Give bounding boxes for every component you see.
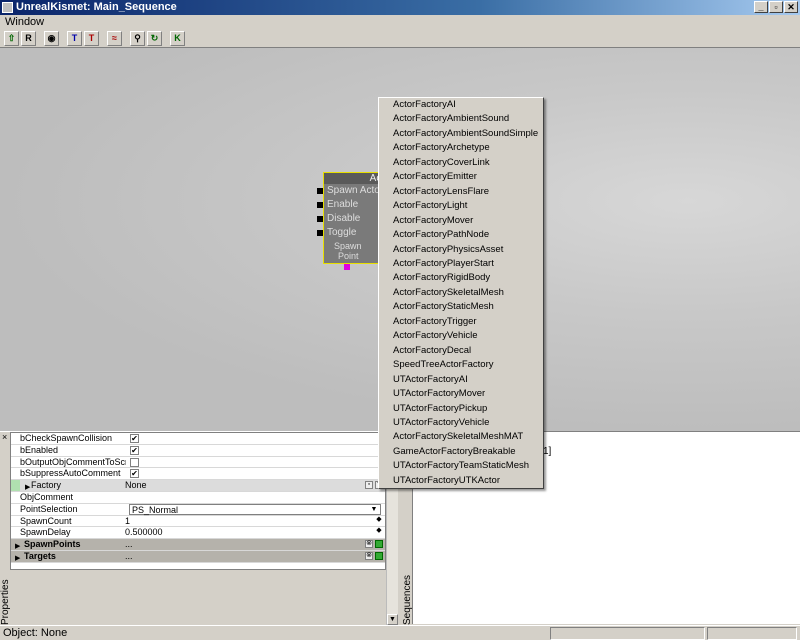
spinner-icon[interactable]: ◆ [375,527,383,536]
dropdown-item[interactable]: ActorFactoryPlayerStart [379,257,543,271]
checkbox[interactable] [130,457,139,467]
properties-tab-label[interactable]: Properties [0,579,11,625]
dropdown-item[interactable]: SpeedTreeActorFactory [379,358,543,372]
menu-window[interactable]: Window [5,16,44,28]
eye-icon[interactable]: ◉ [44,31,59,46]
menu-bar: Window [0,15,800,30]
dropdown-item[interactable]: ActorFactoryRigidBody [379,271,543,285]
parent-sequence-icon[interactable]: ⇧ [4,31,19,46]
browse-icon[interactable]: ▫ [365,481,373,490]
prop-row-spawnpoints[interactable]: ▶ SpawnPoints ... ⊗ [11,539,385,551]
spinner-icon[interactable]: ◆ [375,516,383,525]
update-icon[interactable]: ↻ [147,31,162,46]
prop-row-factory[interactable]: ▶ Factory None ▫ ▼ [11,480,385,492]
dropdown-item[interactable]: ActorFactoryMover [379,214,543,228]
restore-button[interactable]: ▫ [769,1,783,13]
dropdown-item[interactable]: UTActorFactoryVehicle [379,416,543,430]
dropdown-item[interactable]: ActorFactoryLensFlare [379,185,543,199]
prop-row-spawndelay[interactable]: SpawnDelay 0.500000 ◆ [11,527,385,540]
window-title: UnrealKismet: Main_Sequence [16,1,177,13]
clear-icon[interactable]: ⊗ [365,551,373,560]
prop-row-boutputobjcomment[interactable]: bOutputObjCommentToScreen [11,457,385,469]
prop-row-targets[interactable]: ▶ Targets ... ⊗ [11,550,385,564]
dropdown-item[interactable]: ActorFactoryAI [379,98,543,112]
dropdown-item[interactable]: ActorFactoryCoverLink [379,156,543,170]
dropdown-item[interactable]: ActorFactoryDecal [379,344,543,358]
property-grid: bCheckSpawnCollision ✔ bEnabled ✔ bOutpu… [10,432,386,570]
chevron-down-icon[interactable]: ▼ [369,505,379,514]
dropdown-item[interactable]: ActorFactorySkeletalMeshMAT [379,430,543,444]
dropdown-item[interactable]: ActorFactoryArchetype [379,141,543,155]
k-icon[interactable]: K [170,31,185,46]
add-icon[interactable] [375,551,383,560]
pointselection-select[interactable]: PS_Normal ▼ [129,503,381,515]
search-icon[interactable]: ⚲ [130,31,145,46]
prop-row-bsuppressautocomment[interactable]: bSuppressAutoComment ✔ [11,468,385,481]
dropdown-item[interactable]: GameActorFactoryBreakable [379,445,543,459]
prop-row-pointselection[interactable]: PointSelection PS_Normal ▼ [11,503,385,516]
dropdown-item[interactable]: ActorFactoryPhysicsAsset [379,243,543,257]
dropdown-item[interactable]: ActorFactorySkeletalMesh [379,286,543,300]
dropdown-item[interactable]: ActorFactoryAmbientSoundSimple [379,127,543,141]
dropdown-item[interactable]: ActorFactoryTrigger [379,315,543,329]
minimize-button[interactable]: _ [754,1,768,13]
dropdown-item[interactable]: UTActorFactoryTeamStaticMesh [379,459,543,473]
text-tool-icon[interactable]: T [67,31,82,46]
dropdown-item[interactable]: UTActorFactoryMover [379,387,543,401]
toolbar: ⇧ R ◉ T T ≈ ⚲ ↻ K [0,30,800,48]
dropdown-item[interactable]: UTActorFactoryUTKActor [379,474,543,488]
dropdown-item[interactable]: ActorFactoryAmbientSound [379,112,543,126]
dropdown-item[interactable]: ActorFactoryPathNode [379,228,543,242]
node-var-pin[interactable] [344,264,350,270]
add-icon[interactable] [375,540,383,549]
title-bar[interactable]: UnrealKismet: Main_Sequence _ ▫ ✕ [0,0,800,15]
dropdown-item[interactable]: ActorFactoryVehicle [379,329,543,343]
wave-icon[interactable]: ≈ [107,31,122,46]
status-bar: Object: None [0,625,800,640]
dropdown-item[interactable]: ActorFactoryEmitter [379,170,543,184]
clear-icon[interactable]: ⊗ [365,540,373,549]
dropdown-item[interactable]: ActorFactoryStaticMesh [379,300,543,314]
sequence-tree-fragment: 1] [543,446,552,457]
checkbox[interactable]: ✔ [130,445,139,455]
dropdown-item[interactable]: ActorFactoryLight [379,199,543,213]
prop-row-objcomment[interactable]: ObjComment [11,492,385,504]
prop-row-bcheckspawncollision[interactable]: bCheckSpawnCollision ✔ [11,433,385,445]
expand-icon[interactable]: ▶ [15,553,20,564]
dropdown-item[interactable]: UTActorFactoryAI [379,373,543,387]
checkbox[interactable]: ✔ [130,469,139,479]
factory-dropdown-menu: ActorFactoryAI ActorFactoryAmbientSound … [378,97,544,489]
app-icon [2,2,13,13]
prop-row-benabled[interactable]: bEnabled ✔ [11,445,385,457]
scroll-down-icon[interactable]: ▼ [387,614,398,625]
dropdown-item[interactable]: UTActorFactoryPickup [379,402,543,416]
close-icon[interactable]: × [2,432,7,442]
checkbox[interactable]: ✔ [130,434,139,443]
text-color-icon[interactable]: T [84,31,99,46]
close-button[interactable]: ✕ [784,1,798,13]
rename-icon[interactable]: R [21,31,36,46]
status-text: Object: None [3,627,68,639]
prop-row-spawncount[interactable]: SpawnCount 1 ◆ [11,516,385,528]
